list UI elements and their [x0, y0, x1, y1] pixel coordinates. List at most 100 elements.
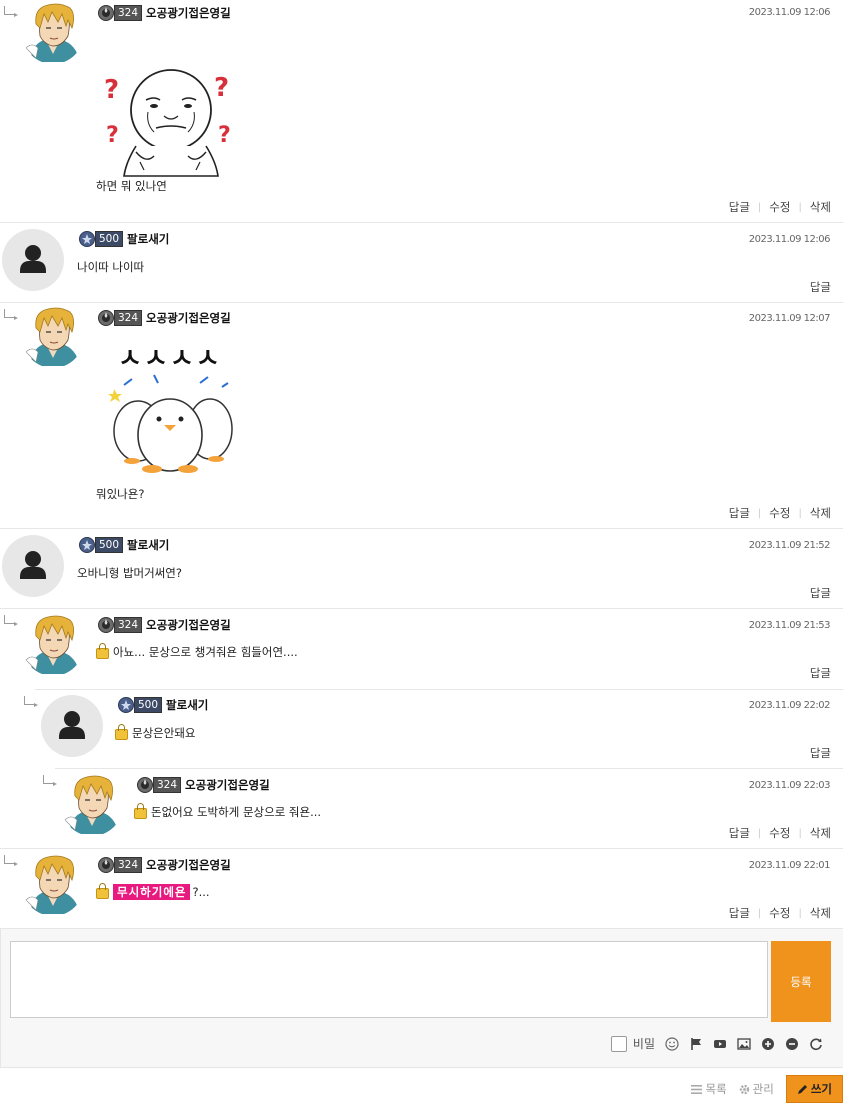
- avatar[interactable]: [61, 774, 123, 836]
- comment-date: 2023.11.09 12:06: [748, 7, 831, 18]
- level-number: 500: [134, 697, 163, 713]
- image-icon[interactable]: [737, 1037, 751, 1051]
- nickname[interactable]: 오공광기접은영길: [146, 857, 231, 873]
- nickname[interactable]: 팔로새기: [166, 697, 208, 713]
- nickname[interactable]: 오공광기접은영길: [146, 5, 231, 21]
- nickname[interactable]: 오공광기접은영길: [185, 777, 270, 793]
- reply-button[interactable]: 답글: [810, 745, 831, 761]
- level-number: 324: [114, 617, 143, 633]
- nickname[interactable]: 오공광기접은영길: [146, 617, 231, 633]
- reply-arrow-icon: [4, 6, 18, 17]
- level-badge-icon: 324: [98, 5, 143, 21]
- edit-button[interactable]: 수정: [769, 505, 790, 521]
- reply-arrow-icon: [4, 855, 18, 866]
- avatar[interactable]: [22, 614, 84, 676]
- level-badge-icon: 500: [79, 537, 124, 553]
- comment-text: 문상은안돼요: [115, 723, 196, 741]
- level-badge-icon: 500: [79, 231, 124, 247]
- delete-button[interactable]: 삭제: [810, 199, 831, 215]
- delete-button[interactable]: 삭제: [810, 905, 831, 921]
- comment-item: 500 팔로새기 2023.11.09 22:02 문상은안돼요 답글: [0, 690, 843, 769]
- reply-button[interactable]: 답글: [729, 825, 750, 841]
- divider: |: [757, 507, 762, 519]
- avatar[interactable]: [22, 2, 84, 64]
- lock-icon: [96, 882, 109, 899]
- comment-date: 2023.11.09 22:02: [748, 700, 831, 711]
- nickname[interactable]: 팔로새기: [127, 231, 169, 247]
- level-number: 324: [153, 777, 182, 793]
- divider: |: [757, 201, 762, 213]
- sticker-confused-face: ? ? ? ?: [104, 69, 231, 177]
- level-number: 324: [114, 857, 143, 873]
- divider: |: [798, 827, 802, 839]
- avatar[interactable]: [22, 306, 84, 368]
- comment-text: 하면 뭐 있나연: [96, 179, 167, 193]
- divider: |: [757, 827, 762, 839]
- board-footer: 목록 관리 쓰기: [691, 1075, 843, 1103]
- comment-text-content: 아뇨... 문상으로 챙겨줘욘 힘들어연....: [113, 645, 298, 659]
- avatar[interactable]: [2, 535, 64, 597]
- reply-arrow-icon: [24, 696, 38, 707]
- comment-text: 돈없어요 도박하게 문상으로 줘욘...: [134, 802, 322, 820]
- avatar[interactable]: [41, 695, 103, 757]
- plus-icon[interactable]: [761, 1037, 775, 1051]
- flag-icon[interactable]: [689, 1037, 703, 1051]
- level-badge-icon: 324: [98, 310, 143, 326]
- divider: |: [757, 907, 762, 919]
- reply-button[interactable]: 답글: [810, 665, 831, 681]
- minus-icon[interactable]: [785, 1037, 799, 1051]
- emoji-icon[interactable]: [665, 1036, 679, 1051]
- secret-label: 비밀: [632, 1037, 655, 1051]
- reply-button[interactable]: 답글: [729, 199, 750, 215]
- highlight-text: 무시하기에욘: [113, 884, 191, 900]
- nickname[interactable]: 오공광기접은영길: [146, 310, 231, 326]
- pencil-icon: [797, 1084, 807, 1094]
- reply-button[interactable]: 답글: [729, 505, 750, 521]
- level-number: 500: [95, 231, 124, 247]
- edit-button[interactable]: 수정: [769, 905, 790, 921]
- comment-text-content: 돈없어요 도박하게 문상으로 줘욘...: [151, 805, 322, 819]
- write-button[interactable]: 쓰기: [785, 1075, 843, 1103]
- comment-text: 나이따 나이따: [77, 260, 145, 274]
- comment-date: 2023.11.09 21:53: [748, 620, 831, 631]
- refresh-icon[interactable]: [809, 1037, 823, 1051]
- comment-input[interactable]: [10, 941, 768, 1018]
- reply-button[interactable]: 답글: [729, 905, 750, 921]
- comment-text-content: 문상은안돼요: [132, 726, 196, 740]
- secret-checkbox[interactable]: [610, 1035, 627, 1052]
- comment-editor: 등록 비밀: [0, 928, 843, 1068]
- submit-button[interactable]: 등록: [771, 941, 831, 1022]
- svg-text:?: ?: [104, 75, 119, 105]
- level-number: 324: [114, 310, 143, 326]
- comment-date: 2023.11.09 12:07: [748, 313, 831, 324]
- reply-button[interactable]: 답글: [810, 279, 831, 295]
- avatar[interactable]: [22, 854, 84, 916]
- sticker-text: ㅅㅅㅅㅅ: [118, 344, 222, 374]
- comment-item: 324 오공광기접은영길 2023.11.09 12:06 ? ? ? ? 하면…: [0, 0, 843, 223]
- youtube-icon[interactable]: [713, 1037, 727, 1051]
- delete-button[interactable]: 삭제: [810, 505, 831, 521]
- reply-arrow-icon: [4, 615, 18, 626]
- level-badge-icon: 324: [137, 777, 182, 793]
- manage-label: 관리: [752, 1082, 774, 1096]
- svg-text:?: ?: [218, 123, 231, 148]
- lock-icon: [96, 642, 109, 659]
- edit-button[interactable]: 수정: [769, 825, 790, 841]
- comment-text: 아뇨... 문상으로 챙겨줘욘 힘들어연....: [96, 642, 298, 660]
- reply-button[interactable]: 답글: [810, 585, 831, 601]
- manage-button[interactable]: 관리: [739, 1081, 774, 1097]
- comment-item: 324 오공광기접은영길 2023.11.09 22:03 돈없어요 도박하게 …: [0, 769, 843, 849]
- list-button[interactable]: 목록: [691, 1081, 727, 1097]
- comment-text: 뭐있나욘?: [96, 487, 145, 501]
- level-badge-icon: 324: [98, 857, 143, 873]
- svg-text:?: ?: [106, 123, 119, 148]
- comment-item: 500 팔로새기 2023.11.09 21:52 오바니형 밥머거써연? 답글: [0, 529, 843, 609]
- edit-button[interactable]: 수정: [769, 199, 790, 215]
- list-icon: [691, 1084, 703, 1094]
- comment-item: 324 오공광기접은영길 2023.11.09 12:07 ㅅㅅㅅㅅ 뭐있나욘?…: [0, 303, 843, 529]
- avatar[interactable]: [2, 229, 64, 291]
- nickname[interactable]: 팔로새기: [127, 537, 169, 553]
- reply-arrow-icon: [43, 775, 57, 786]
- delete-button[interactable]: 삭제: [810, 825, 831, 841]
- write-label: 쓰기: [810, 1082, 832, 1096]
